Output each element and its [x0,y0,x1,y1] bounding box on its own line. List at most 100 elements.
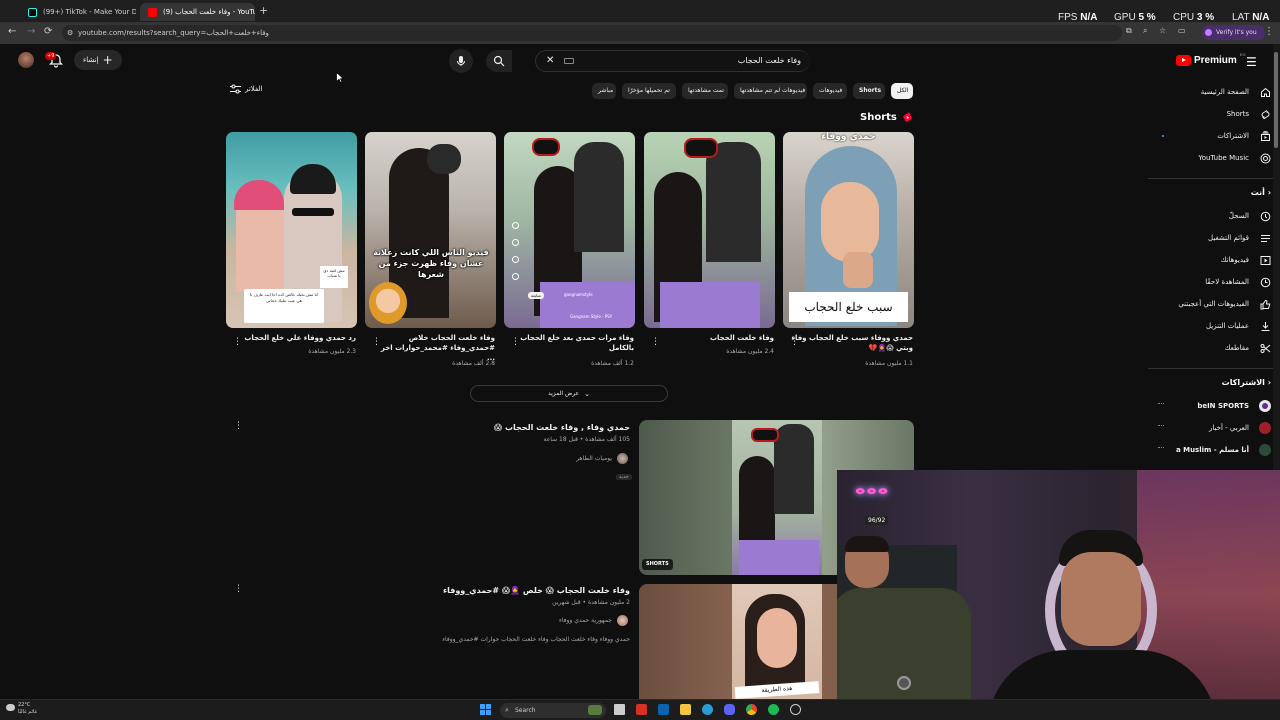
url-text: youtube.com/results?search_query=وفاء+خل… [78,29,269,37]
short-views: 2.4 مليون مشاهدة [726,348,774,355]
more-options-icon[interactable]: ⋮ [372,338,381,347]
new-tab-button[interactable]: + [259,4,268,17]
short-thumbnail[interactable]: حمدي ووفاء سبب خلع الحجاب [783,132,914,328]
chip-shorts[interactable]: Shorts [853,83,885,99]
channel-name[interactable]: يوميات الطاهر [576,455,612,462]
handle-text: gangnamstyle [564,292,593,297]
wristwatch-shape [897,676,911,690]
chip-all[interactable]: الكل [891,83,913,99]
clear-search-icon[interactable]: ✕ [546,51,554,71]
sidebar-item-history[interactable]: السجلّ [1138,206,1273,226]
scissors-icon [1259,342,1271,354]
address-bar[interactable]: ⚙ youtube.com/results?search_query=وفاء+… [62,25,1122,41]
chip-videos[interactable]: فيديوهات [813,83,847,99]
shorts-badge: SHORTS [642,559,673,570]
browser-menu-icon[interactable]: ⋮ [1264,26,1274,37]
install-app-icon[interactable]: ⧉ [1126,26,1132,36]
spotify-icon[interactable] [768,704,779,715]
search-input[interactable]: وفاء خلعت الحجاب ✕ [535,50,810,72]
browser-tab-tiktok[interactable]: (99+) TikTok - Make Your Day × [20,3,136,21]
sidebar-item-playlists[interactable]: قوائم التشغيل [1138,228,1273,248]
browser-tab-youtube[interactable]: (9) وفاء خلعت الحجاب - YouTube × [140,3,255,21]
sidebar-item-label: الفيديوهات التي أعجبتني [1178,300,1249,308]
sidebar-item-label: a Muslim - أنا مسلم [1175,446,1249,454]
sidebar-sub-item[interactable]: العربي - أخبار [1138,418,1273,438]
channel-name[interactable]: جمهورية حمدي ووفاء [559,617,612,624]
short-title[interactable]: وفاء خلعت الحجاب خلاص #حمدي_وفاء #محمد_ح… [371,333,495,363]
short-thumbnail[interactable]: مش لعبة دي يا شباب انا مش بحبك خالص كده … [226,132,357,328]
guide-menu-icon[interactable]: ☰ [1246,55,1257,69]
video-title[interactable]: وفاء خلعت الحجاب 😱 خلص 🧕😱 #حمدي_ووفاء [443,586,630,595]
youtube-premium-logo[interactable]: Premium EG [1176,52,1246,67]
chip-unwatched[interactable]: فيديوهات لم تتم مشاهدتها [734,83,807,99]
more-options-icon[interactable]: ⋮ [234,422,243,431]
short-title[interactable]: وفاء مرات حمدي بعد خلع الحجاب بالكامل [510,333,634,353]
sidebar-item-youtube-music[interactable]: YouTube Music [1138,148,1273,168]
sidebar-item-your-videos[interactable]: فيديوهاتك [1138,250,1273,270]
more-options-icon[interactable]: ⋮ [511,338,520,347]
sidebar-item-watch-later[interactable]: المشاهدة لاحقًا [1138,272,1273,292]
sidebar-sub-item[interactable]: a Muslim - أنا مسلم [1138,440,1273,460]
sidebar-sub-item[interactable]: beIN SPORTS [1138,396,1273,416]
start-button[interactable] [480,704,491,715]
obs-icon[interactable] [790,704,801,715]
short-title[interactable]: حمدي ووفاء سبب خلع الحجاب وفاء وبتي 😱🧕💔 [789,333,913,353]
create-button[interactable]: إنشاء + [74,50,122,70]
reload-icon[interactable]: ⟳ [44,26,52,37]
chevron-right-icon: › [1267,188,1271,197]
bookmark-star-icon[interactable]: ☆ [1159,26,1166,35]
sidebar-item-downloads[interactable]: عمليات التنزيل [1138,316,1273,336]
file-explorer-icon[interactable] [680,704,691,715]
sidebar-item-subscriptions[interactable]: الاشتراكات [1138,126,1273,146]
keyboard-icon[interactable] [564,58,574,64]
sidebar-item-shorts[interactable]: Shorts [1138,104,1273,124]
music-icon [1259,152,1271,164]
back-icon[interactable]: ← [8,26,16,37]
search-button[interactable] [486,50,512,72]
youtube-icon [148,7,157,17]
short-title[interactable]: رد حمدي ووفاء علي خلع الحجاب [232,333,356,343]
show-more-button[interactable]: عرض المزيد ⌄ [470,385,668,402]
heading-text: الاشتراكات [1221,378,1265,387]
more-options-icon[interactable]: ⋮ [651,338,660,347]
scrollbar-thumb[interactable] [1274,52,1278,148]
sidebar-subscriptions-heading[interactable]: الاشتراكات › [1222,378,1273,387]
sidebar-you-heading[interactable]: أنت › [1251,188,1273,197]
chip-watched[interactable]: تمت مشاهدتها [682,83,728,99]
weather-widget[interactable]: 22°C غائم غالبًا [6,702,37,716]
short-thumbnail[interactable]: gangnamstyle Gangnam Style - PSY متابعة [504,132,635,328]
live-indicator-icon [1158,403,1164,406]
sidebar-item-clips[interactable]: مقاطعك [1138,338,1273,358]
sidebar-item-home[interactable]: الصفحة الرئيسية [1138,82,1273,102]
sidebar-item-label: عمليات التنزيل [1205,322,1249,330]
voice-search-button[interactable] [449,49,473,73]
outlook-icon[interactable] [658,704,669,715]
short-thumbnail[interactable] [644,132,775,328]
home-icon [1259,86,1271,98]
task-view-icon[interactable] [614,704,625,715]
media-player-icon[interactable] [636,704,647,715]
chrome-icon[interactable] [746,704,757,715]
edge-icon[interactable] [702,704,713,715]
short-thumbnail[interactable]: فيديو الناس اللي كانت زعلانة عشان وفاء ظ… [365,132,496,328]
filters-button[interactable]: الفلاتر [230,84,263,94]
zoom-icon[interactable]: ⌕ [1143,26,1147,36]
chip-live[interactable]: مباشر [592,83,616,99]
discord-icon[interactable] [724,704,735,715]
taskbar-search[interactable]: ⌕ Search [500,703,606,718]
chip-recently-uploaded[interactable]: تم تحميلها مؤخرًا [622,83,676,99]
more-options-icon[interactable]: ⋮ [234,585,243,594]
channel-avatar[interactable] [617,453,628,464]
short-title[interactable]: وفاء خلعت الحجاب [650,333,774,343]
sidebar-item-liked[interactable]: الفيديوهات التي أعجبتني [1138,294,1273,314]
more-options-icon[interactable]: ⋮ [233,338,242,347]
verify-profile-button[interactable]: Verify it's you [1202,25,1265,40]
video-title[interactable]: حمدي وفاء , وفاء خلعت الحجاب 😱 [494,423,630,432]
extensions-icon[interactable]: ▭ [1178,26,1186,35]
forward-icon[interactable]: → [27,26,35,37]
site-info-icon[interactable]: ⚙ [67,25,73,41]
channel-avatar[interactable] [617,615,628,626]
account-avatar[interactable] [18,52,34,68]
more-options-icon[interactable]: ⋮ [790,338,799,347]
sunglasses-shape [292,208,334,216]
